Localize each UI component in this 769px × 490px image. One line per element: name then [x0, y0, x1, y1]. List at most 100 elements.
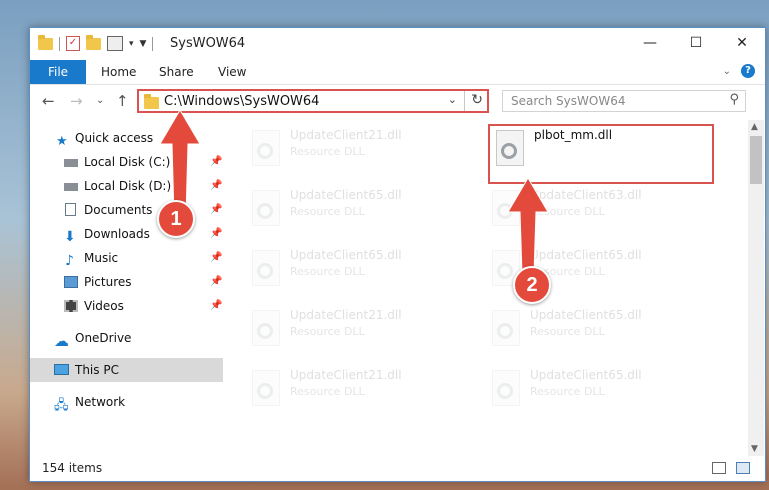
- file-name: UpdateClient65.dll: [290, 248, 402, 262]
- file-name: UpdateClient21.dll: [290, 308, 402, 322]
- file-name: UpdateClient65.dll: [290, 188, 402, 202]
- qat-dropdown-icon[interactable]: ▼: [140, 39, 147, 49]
- sidebar-item-music[interactable]: ♪ Music 📌: [30, 246, 223, 270]
- scroll-up-icon[interactable]: ▲: [751, 122, 758, 132]
- pin-icon[interactable]: 📌: [210, 174, 222, 198]
- tab-view[interactable]: View: [218, 60, 246, 84]
- file-highlight-box: [488, 124, 714, 184]
- scrollbar-thumb[interactable]: [750, 136, 762, 184]
- tab-file[interactable]: File: [30, 60, 86, 84]
- dll-file-icon: [252, 130, 280, 166]
- folder-icon: [38, 34, 53, 50]
- minimize-button[interactable]: —: [627, 28, 673, 60]
- star-icon: ★: [56, 134, 68, 149]
- sidebar-item-label: Music: [84, 251, 119, 265]
- file-explorer-window: ✓ ▾ ▼ SysWOW64 — ☐ ✕ File Home Share Vie…: [29, 27, 766, 482]
- status-bar: 154 items: [30, 456, 765, 481]
- address-dropdown-icon[interactable]: ⌄: [448, 93, 457, 106]
- network-icon: 🖧: [54, 398, 69, 413]
- search-icon[interactable]: ⚲: [729, 92, 739, 107]
- properties-icon[interactable]: [107, 36, 123, 51]
- recent-locations-icon[interactable]: ⌄: [96, 95, 104, 106]
- sidebar-item-onedrive[interactable]: ☁ OneDrive: [30, 326, 223, 350]
- item-count: 154 items: [42, 461, 103, 475]
- sidebar-item-label: This PC: [75, 363, 119, 377]
- address-row: ← → ⌄ ↑ C:\Windows\SysWOW64 ⌄ ↻ Search S…: [30, 85, 765, 119]
- help-icon[interactable]: ?: [741, 64, 755, 78]
- large-icons-view-icon[interactable]: [736, 462, 750, 474]
- pin-icon[interactable]: 📌: [210, 198, 222, 222]
- refresh-icon[interactable]: ↻: [471, 92, 483, 108]
- computer-icon: [54, 364, 69, 375]
- file-name: UpdateClient65.dll: [530, 308, 642, 322]
- sidebar-item-label: Pictures: [84, 275, 132, 289]
- chevron-down-icon[interactable]: ⌄: [723, 66, 731, 77]
- up-arrow-icon[interactable]: ↑: [116, 92, 129, 110]
- sidebar-item-label: Quick access: [75, 131, 154, 145]
- pin-icon[interactable]: 📌: [210, 294, 222, 318]
- address-path[interactable]: C:\Windows\SysWOW64: [164, 94, 319, 109]
- search-input[interactable]: Search SysWOW64 ⚲: [502, 90, 746, 112]
- sidebar-item-videos[interactable]: Videos 📌: [30, 294, 223, 318]
- sidebar-item-this-pc[interactable]: This PC: [30, 358, 223, 382]
- pin-icon[interactable]: 📌: [210, 246, 222, 270]
- customize-toolbar-icon[interactable]: ▾: [129, 39, 134, 49]
- window-title: SysWOW64: [170, 36, 246, 51]
- search-placeholder: Search SysWOW64: [511, 94, 626, 108]
- properties-check-icon[interactable]: ✓: [66, 36, 80, 51]
- file-name: UpdateClient65.dll: [530, 368, 642, 382]
- ribbon-tabs: File Home Share View ⌄ ?: [30, 60, 765, 85]
- file-item[interactable]: UpdateClient65.dll Resource DLL: [482, 302, 702, 354]
- tab-share[interactable]: Share: [159, 60, 194, 84]
- dll-file-icon: [492, 370, 520, 406]
- scroll-down-icon[interactable]: ▼: [751, 444, 758, 454]
- sidebar-item-label: Documents: [84, 203, 153, 217]
- step-badge-2: 2: [513, 266, 551, 304]
- dll-file-icon: [252, 250, 280, 286]
- new-folder-icon[interactable]: [86, 34, 101, 50]
- file-name: UpdateClient21.dll: [290, 128, 402, 142]
- dll-file-icon: [252, 310, 280, 346]
- quick-access-toolbar: ✓ ▾ ▼: [38, 34, 154, 51]
- file-item[interactable]: UpdateClient65.dll Resource DLL: [482, 362, 702, 414]
- forward-arrow-icon[interactable]: →: [70, 92, 83, 110]
- file-item[interactable]: UpdateClient65.dll Resource DLL: [242, 182, 462, 234]
- pin-icon[interactable]: 📌: [210, 222, 222, 246]
- sidebar-item-network[interactable]: 🖧 Network: [30, 390, 223, 414]
- step-badge-1: 1: [157, 200, 195, 238]
- sidebar-item-pictures[interactable]: Pictures 📌: [30, 270, 223, 294]
- file-type: Resource DLL: [290, 385, 365, 398]
- address-divider: [464, 91, 465, 111]
- pin-icon[interactable]: 📌: [210, 270, 222, 294]
- file-item[interactable]: UpdateClient21.dll Resource DLL: [242, 122, 462, 174]
- file-name: UpdateClient21.dll: [290, 368, 402, 382]
- sidebar-item-label: Videos: [84, 299, 124, 313]
- cloud-icon: ☁: [54, 332, 69, 350]
- file-item[interactable]: UpdateClient21.dll Resource DLL: [242, 362, 462, 414]
- dll-file-icon: [252, 370, 280, 406]
- drive-icon: [64, 183, 78, 191]
- sidebar-item-label: Downloads: [84, 227, 150, 241]
- videos-icon: [64, 300, 78, 312]
- tab-home[interactable]: Home: [101, 60, 136, 84]
- file-item[interactable]: UpdateClient21.dll Resource DLL: [242, 302, 462, 354]
- dll-file-icon: [492, 310, 520, 346]
- vertical-scrollbar[interactable]: ▲ ▼: [748, 120, 764, 456]
- close-button[interactable]: ✕: [719, 28, 765, 60]
- documents-icon: [65, 203, 76, 216]
- window-controls: — ☐ ✕: [627, 28, 765, 60]
- details-view-icon[interactable]: [712, 462, 726, 474]
- file-type: Resource DLL: [530, 385, 605, 398]
- annotation-arrow-2: [507, 177, 549, 275]
- file-type: Resource DLL: [530, 325, 605, 338]
- sidebar-item-downloads[interactable]: ⬇ Downloads 📌: [30, 222, 223, 246]
- back-arrow-icon[interactable]: ←: [42, 92, 55, 110]
- maximize-button[interactable]: ☐: [673, 28, 719, 60]
- drive-icon: [64, 159, 78, 167]
- title-bar: ✓ ▾ ▼ SysWOW64 — ☐ ✕: [30, 28, 765, 60]
- file-type: Resource DLL: [290, 325, 365, 338]
- file-item[interactable]: UpdateClient65.dll Resource DLL: [242, 242, 462, 294]
- pictures-icon: [64, 276, 78, 288]
- ribbon-right-controls: ⌄ ?: [723, 64, 755, 78]
- pin-icon[interactable]: 📌: [210, 150, 222, 174]
